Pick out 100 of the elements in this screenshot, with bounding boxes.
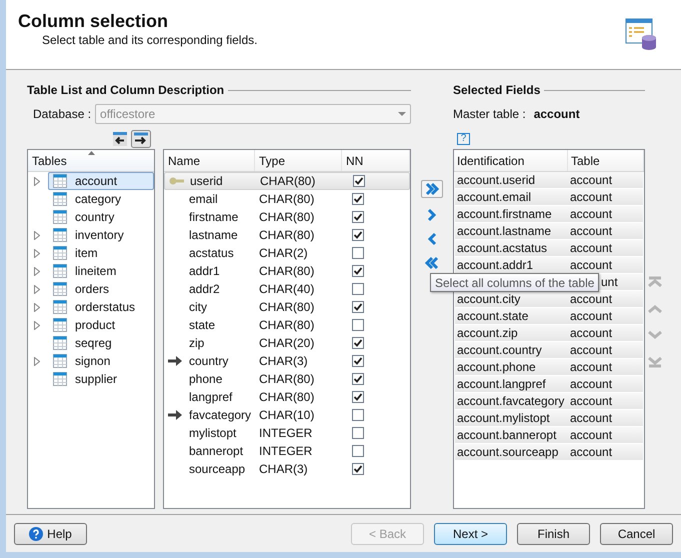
wizard-button[interactable]: Next > (434, 522, 507, 544)
table-item[interactable]: inventory (48, 226, 154, 244)
wizard-button[interactable]: Cancel (600, 522, 673, 544)
column-header[interactable]: NN (342, 150, 410, 171)
column-row[interactable]: sourceapp CHAR(3) (164, 460, 410, 478)
expand-triangle-icon[interactable] (34, 266, 40, 276)
column-type: CHAR(10) (258, 407, 316, 424)
column-row[interactable]: mylistopt INTEGER (164, 424, 410, 442)
column-row[interactable]: acstatus CHAR(2) (164, 244, 410, 262)
column-row[interactable]: favcategory CHAR(10) (164, 406, 410, 424)
expand-triangle-icon[interactable] (34, 356, 40, 366)
checkbox[interactable] (352, 319, 364, 331)
column-row[interactable]: banneropt INTEGER (164, 442, 410, 460)
checkbox[interactable] (352, 391, 364, 403)
checkbox[interactable] (353, 175, 365, 187)
checkbox[interactable] (352, 409, 364, 421)
field-row[interactable]: account.favcategory account (455, 393, 643, 410)
expand-triangle-icon[interactable] (34, 302, 40, 312)
table-item[interactable]: product (48, 316, 154, 334)
table-item[interactable]: country (48, 208, 154, 226)
table-item[interactable]: category (48, 190, 154, 208)
checkbox[interactable] (352, 283, 364, 295)
field-identification: account.lastname (456, 223, 552, 240)
table-icon (53, 174, 67, 188)
field-row[interactable]: account.sourceapp account (455, 444, 643, 461)
column-header[interactable]: Table (568, 150, 644, 171)
expand-triangle-icon[interactable] (34, 248, 40, 258)
checkbox[interactable] (352, 427, 364, 439)
table-item[interactable]: lineitem (48, 262, 154, 280)
column-header[interactable]: Name (164, 150, 255, 171)
checkbox[interactable] (352, 463, 364, 475)
table-item[interactable]: signon (48, 352, 154, 370)
field-row[interactable]: account.banneropt account (455, 427, 643, 444)
column-row[interactable]: firstname CHAR(80) (164, 208, 410, 226)
table-item[interactable]: seqreg (48, 334, 154, 352)
checkbox[interactable] (352, 229, 364, 241)
expand-icon[interactable] (131, 130, 151, 148)
expand-triangle-icon[interactable] (34, 284, 40, 294)
column-row[interactable]: userid CHAR(80) (164, 172, 410, 190)
field-identification: account.sourceapp (456, 444, 560, 461)
field-row[interactable]: account.phone account (455, 359, 643, 376)
column-header[interactable]: Identification (454, 150, 568, 171)
table-item[interactable]: orderstatus (48, 298, 154, 316)
checkbox[interactable] (352, 265, 364, 277)
column-row[interactable]: phone CHAR(80) (164, 370, 410, 388)
checkbox[interactable] (352, 247, 364, 259)
field-row[interactable]: account.userid account (455, 172, 643, 189)
column-header[interactable]: Type (255, 150, 342, 171)
table-item[interactable]: supplier (48, 370, 154, 388)
field-row[interactable]: account.lastname account (455, 223, 643, 240)
field-row[interactable]: account.zip account (455, 325, 643, 342)
double-chevron-right-icon[interactable] (424, 182, 440, 196)
help-icon (29, 526, 44, 540)
checkbox[interactable] (352, 373, 364, 385)
column-row[interactable]: zip CHAR(20) (164, 334, 410, 352)
add-all-button[interactable] (421, 180, 443, 198)
column-name: addr2 (189, 281, 221, 298)
column-row[interactable]: email CHAR(80) (164, 190, 410, 208)
help-button[interactable]: Help (14, 522, 87, 544)
expand-triangle-icon[interactable] (34, 320, 40, 330)
field-row[interactable]: account.state account (455, 308, 643, 325)
field-row[interactable]: account.langpref account (455, 376, 643, 393)
column-row[interactable]: addr2 CHAR(40) (164, 280, 410, 298)
field-table: account (570, 256, 612, 274)
field-row[interactable]: account.email account (455, 189, 643, 206)
column-header[interactable]: Tables (32, 154, 67, 166)
checkbox[interactable] (352, 355, 364, 367)
field-row[interactable]: account.acstatus account (455, 240, 643, 257)
column-row[interactable]: country CHAR(3) (164, 352, 410, 370)
table-item[interactable]: orders (48, 280, 154, 298)
checkbox[interactable] (352, 337, 364, 349)
field-row[interactable]: account.city account (455, 291, 643, 308)
column-row[interactable]: city CHAR(80) (164, 298, 410, 316)
wizard-button[interactable]: Finish (517, 522, 590, 544)
field-row[interactable]: account.firstname account (455, 206, 643, 223)
table-item[interactable]: account (48, 172, 154, 190)
checkbox[interactable] (352, 445, 364, 457)
column-row[interactable]: lastname CHAR(80) (164, 226, 410, 244)
field-table: account (570, 171, 612, 189)
double-chevron-left-icon[interactable] (424, 256, 440, 270)
table-name: supplier (75, 371, 118, 388)
field-table: account (570, 341, 612, 359)
field-row[interactable]: account.addr1 account (455, 257, 643, 274)
column-name: country (189, 353, 230, 370)
column-row[interactable]: addr1 CHAR(80) (164, 262, 410, 280)
table-item[interactable]: item (48, 244, 154, 262)
checkbox[interactable] (352, 193, 364, 205)
expand-triangle-icon[interactable] (34, 176, 40, 186)
field-row[interactable]: account.mylistopt account (455, 410, 643, 427)
field-identification: account.langpref (456, 376, 547, 393)
field-row[interactable]: account.country account (455, 342, 643, 359)
help-button[interactable]: ? (457, 133, 470, 145)
expand-triangle-icon[interactable] (34, 230, 40, 240)
collapse-icon[interactable] (113, 132, 127, 146)
column-type: CHAR(80) (258, 371, 316, 388)
checkbox[interactable] (352, 211, 364, 223)
column-type: CHAR(80) (258, 209, 316, 226)
column-row[interactable]: state CHAR(80) (164, 316, 410, 334)
checkbox[interactable] (352, 301, 364, 313)
column-row[interactable]: langpref CHAR(80) (164, 388, 410, 406)
